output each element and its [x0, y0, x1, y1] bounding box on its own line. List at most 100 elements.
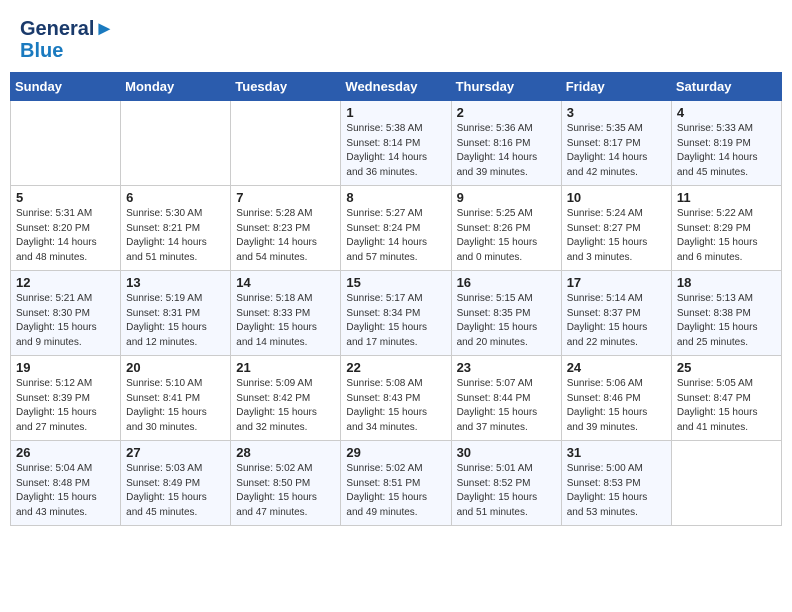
day-info: Sunrise: 5:08 AM Sunset: 8:43 PM Dayligh…	[346, 377, 445, 435]
calendar-cell	[231, 101, 341, 186]
calendar-cell: 1 Sunrise: 5:38 AM Sunset: 8:14 PM Daylig…	[341, 101, 451, 186]
calendar-cell: 22 Sunrise: 5:08 AM Sunset: 8:43 PM Dayli…	[341, 356, 451, 441]
day-number: 11	[677, 190, 776, 205]
calendar-cell: 21Sunrise: 5:09 AM Sunset: 8:42 PM Dayli…	[231, 356, 341, 441]
calendar-cell: 28 Sunrise: 5:02 AM Sunset: 8:50 PM Dayli…	[231, 441, 341, 526]
day-number: 25	[677, 360, 776, 375]
day-number: 4	[677, 105, 776, 120]
day-number: 14	[236, 275, 335, 290]
week-row-4: 19 Sunrise: 5:12 AM Sunset: 8:39 PM Dayli…	[11, 356, 782, 441]
weekday-header-monday: Monday	[121, 73, 231, 101]
calendar-cell: 17 Sunrise: 5:14 AM Sunset: 8:37 PM Dayli…	[561, 271, 671, 356]
day-info: Sunrise: 5:02 AM Sunset: 8:50 PM Dayligh…	[236, 462, 335, 520]
day-number: 8	[346, 190, 445, 205]
day-number: 2	[457, 105, 556, 120]
day-number: 26	[16, 445, 115, 460]
calendar-cell: 30 Sunrise: 5:01 AM Sunset: 8:52 PM Dayli…	[451, 441, 561, 526]
calendar-cell: 6 Sunrise: 5:30 AM Sunset: 8:21 PM Daylig…	[121, 186, 231, 271]
day-number: 7	[236, 190, 335, 205]
calendar-cell: 12 Sunrise: 5:21 AM Sunset: 8:30 PM Dayli…	[11, 271, 121, 356]
day-number: 6	[126, 190, 225, 205]
calendar-cell: 13 Sunrise: 5:19 AM Sunset: 8:31 PM Dayli…	[121, 271, 231, 356]
calendar-cell: 16 Sunrise: 5:15 AM Sunset: 8:35 PM Dayli…	[451, 271, 561, 356]
day-number: 19	[16, 360, 115, 375]
day-number: 21	[236, 360, 335, 375]
calendar-cell: 4 Sunrise: 5:33 AM Sunset: 8:19 PM Daylig…	[671, 101, 781, 186]
day-info: Sunrise: 5:05 AM Sunset: 8:47 PM Dayligh…	[677, 377, 776, 435]
day-number: 13	[126, 275, 225, 290]
day-number: 17	[567, 275, 666, 290]
day-info: Sunrise: 5:19 AM Sunset: 8:31 PM Dayligh…	[126, 292, 225, 350]
day-number: 16	[457, 275, 556, 290]
page-header: General► Blue	[10, 10, 782, 66]
weekday-header-sunday: Sunday	[11, 73, 121, 101]
day-number: 15	[346, 275, 445, 290]
day-number: 27	[126, 445, 225, 460]
day-info: Sunrise: 5:10 AM Sunset: 8:41 PM Dayligh…	[126, 377, 225, 435]
day-number: 20	[126, 360, 225, 375]
day-info: Sunrise: 5:22 AM Sunset: 8:29 PM Dayligh…	[677, 207, 776, 265]
calendar-cell: 2 Sunrise: 5:36 AM Sunset: 8:16 PM Daylig…	[451, 101, 561, 186]
logo: General► Blue	[20, 18, 114, 62]
day-info: Sunrise: 5:07 AM Sunset: 8:44 PM Dayligh…	[457, 377, 556, 435]
week-row-1: 1 Sunrise: 5:38 AM Sunset: 8:14 PM Daylig…	[11, 101, 782, 186]
calendar-cell: 10Sunrise: 5:24 AM Sunset: 8:27 PM Dayli…	[561, 186, 671, 271]
day-number: 18	[677, 275, 776, 290]
calendar-cell: 23 Sunrise: 5:07 AM Sunset: 8:44 PM Dayli…	[451, 356, 561, 441]
calendar-cell: 9Sunrise: 5:25 AM Sunset: 8:26 PM Daylig…	[451, 186, 561, 271]
calendar-cell: 19 Sunrise: 5:12 AM Sunset: 8:39 PM Dayli…	[11, 356, 121, 441]
week-row-2: 5 Sunrise: 5:31 AM Sunset: 8:20 PM Daylig…	[11, 186, 782, 271]
day-info: Sunrise: 5:12 AM Sunset: 8:39 PM Dayligh…	[16, 377, 115, 435]
day-number: 3	[567, 105, 666, 120]
day-info: Sunrise: 5:28 AM Sunset: 8:23 PM Dayligh…	[236, 207, 335, 265]
day-info: Sunrise: 5:35 AM Sunset: 8:17 PM Dayligh…	[567, 122, 666, 180]
day-info: Sunrise: 5:31 AM Sunset: 8:20 PM Dayligh…	[16, 207, 115, 265]
calendar-cell: 29 Sunrise: 5:02 AM Sunset: 8:51 PM Dayli…	[341, 441, 451, 526]
weekday-header-row: SundayMondayTuesdayWednesdayThursdayFrid…	[11, 73, 782, 101]
day-number: 12	[16, 275, 115, 290]
day-number: 24	[567, 360, 666, 375]
day-info: Sunrise: 5:13 AM Sunset: 8:38 PM Dayligh…	[677, 292, 776, 350]
day-number: 10	[567, 190, 666, 205]
weekday-header-saturday: Saturday	[671, 73, 781, 101]
day-number: 1	[346, 105, 445, 120]
weekday-header-tuesday: Tuesday	[231, 73, 341, 101]
day-info: Sunrise: 5:18 AM Sunset: 8:33 PM Dayligh…	[236, 292, 335, 350]
weekday-header-wednesday: Wednesday	[341, 73, 451, 101]
day-info: Sunrise: 5:38 AM Sunset: 8:14 PM Dayligh…	[346, 122, 445, 180]
calendar-cell: 27 Sunrise: 5:03 AM Sunset: 8:49 PM Dayli…	[121, 441, 231, 526]
calendar-cell: 20 Sunrise: 5:10 AM Sunset: 8:41 PM Dayli…	[121, 356, 231, 441]
day-info: Sunrise: 5:21 AM Sunset: 8:30 PM Dayligh…	[16, 292, 115, 350]
day-number: 28	[236, 445, 335, 460]
weekday-header-thursday: Thursday	[451, 73, 561, 101]
day-info: Sunrise: 5:00 AM Sunset: 8:53 PM Dayligh…	[567, 462, 666, 520]
day-number: 5	[16, 190, 115, 205]
day-info: Sunrise: 5:04 AM Sunset: 8:48 PM Dayligh…	[16, 462, 115, 520]
day-info: Sunrise: 5:01 AM Sunset: 8:52 PM Dayligh…	[457, 462, 556, 520]
day-info: Sunrise: 5:17 AM Sunset: 8:34 PM Dayligh…	[346, 292, 445, 350]
day-info: Sunrise: 5:03 AM Sunset: 8:49 PM Dayligh…	[126, 462, 225, 520]
calendar-cell: 31 Sunrise: 5:00 AM Sunset: 8:53 PM Dayli…	[561, 441, 671, 526]
calendar-cell	[121, 101, 231, 186]
day-info: Sunrise: 5:02 AM Sunset: 8:51 PM Dayligh…	[346, 462, 445, 520]
day-number: 29	[346, 445, 445, 460]
calendar-cell: 25 Sunrise: 5:05 AM Sunset: 8:47 PM Dayli…	[671, 356, 781, 441]
day-info: Sunrise: 5:33 AM Sunset: 8:19 PM Dayligh…	[677, 122, 776, 180]
day-number: 31	[567, 445, 666, 460]
day-info: Sunrise: 5:14 AM Sunset: 8:37 PM Dayligh…	[567, 292, 666, 350]
calendar-cell	[11, 101, 121, 186]
calendar-table: SundayMondayTuesdayWednesdayThursdayFrid…	[10, 72, 782, 526]
calendar-cell: 18 Sunrise: 5:13 AM Sunset: 8:38 PM Dayli…	[671, 271, 781, 356]
day-number: 30	[457, 445, 556, 460]
calendar-cell: 15 Sunrise: 5:17 AM Sunset: 8:34 PM Dayli…	[341, 271, 451, 356]
day-info: Sunrise: 5:36 AM Sunset: 8:16 PM Dayligh…	[457, 122, 556, 180]
day-info: Sunrise: 5:15 AM Sunset: 8:35 PM Dayligh…	[457, 292, 556, 350]
day-info: Sunrise: 5:30 AM Sunset: 8:21 PM Dayligh…	[126, 207, 225, 265]
day-number: 23	[457, 360, 556, 375]
week-row-3: 12 Sunrise: 5:21 AM Sunset: 8:30 PM Dayli…	[11, 271, 782, 356]
calendar-cell: 24Sunrise: 5:06 AM Sunset: 8:46 PM Dayli…	[561, 356, 671, 441]
week-row-5: 26 Sunrise: 5:04 AM Sunset: 8:48 PM Dayli…	[11, 441, 782, 526]
calendar-cell: 11 Sunrise: 5:22 AM Sunset: 8:29 PM Dayli…	[671, 186, 781, 271]
day-number: 22	[346, 360, 445, 375]
calendar-cell: 26 Sunrise: 5:04 AM Sunset: 8:48 PM Dayli…	[11, 441, 121, 526]
